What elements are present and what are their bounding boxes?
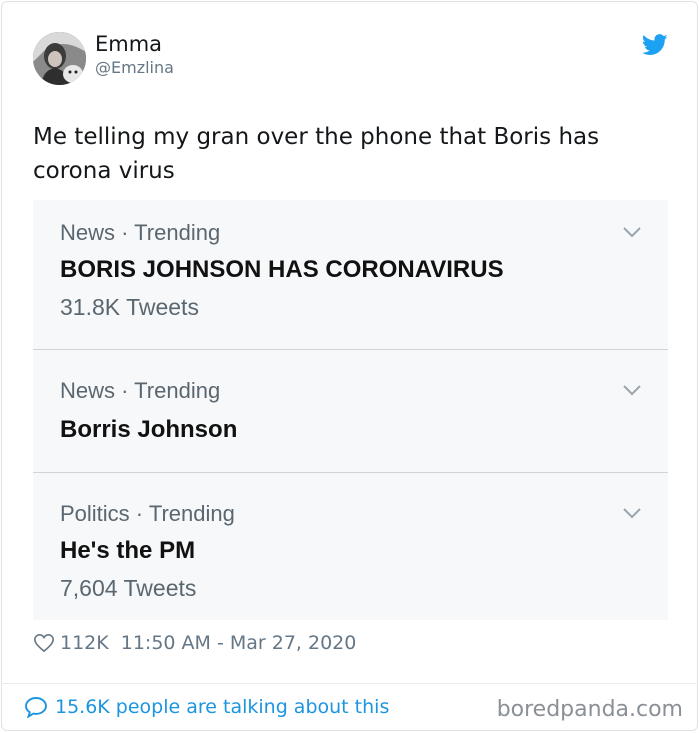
conversation-link[interactable]: 15.6K people are talking about this (24, 696, 389, 718)
trend-title: Borris Johnson (60, 416, 238, 443)
watermark: boredpanda.com (496, 697, 683, 722)
trends-card: News · Trending BORIS JOHNSON HAS CORONA… (33, 200, 668, 620)
chevron-down-icon[interactable] (622, 507, 642, 519)
footer-divider (1, 683, 698, 684)
chevron-down-icon[interactable] (622, 226, 642, 238)
tweet-meta: 112K 11:50 AM - Mar 27, 2020 (33, 632, 356, 654)
speech-bubble-icon (25, 697, 47, 718)
trend-title: He's the PM (60, 537, 196, 564)
conversation-text: 15.6K people are talking about this (55, 696, 390, 718)
trend-divider (33, 472, 668, 473)
tweet-text: Me telling my gran over the phone that B… (33, 124, 600, 184)
twitter-bird-icon[interactable] (642, 34, 668, 56)
avatar[interactable] (33, 32, 86, 85)
author-name[interactable]: Emma (95, 32, 162, 56)
chevron-down-icon[interactable] (622, 384, 642, 396)
trend-count: 31.8K Tweets (60, 294, 199, 320)
trend-count: 7,604 Tweets (60, 575, 197, 601)
trend-title: BORIS JOHNSON HAS CORONAVIRUS (60, 256, 504, 283)
timestamp[interactable]: 11:50 AM - Mar 27, 2020 (121, 632, 357, 654)
author-handle[interactable]: @Emzlina (95, 58, 174, 77)
heart-icon[interactable] (33, 633, 55, 653)
trend-meta: Politics · Trending (60, 501, 235, 526)
trend-divider (33, 349, 668, 350)
trend-meta: News · Trending (60, 378, 221, 403)
like-count[interactable]: 112K (60, 632, 109, 654)
trend-meta: News · Trending (60, 220, 221, 245)
